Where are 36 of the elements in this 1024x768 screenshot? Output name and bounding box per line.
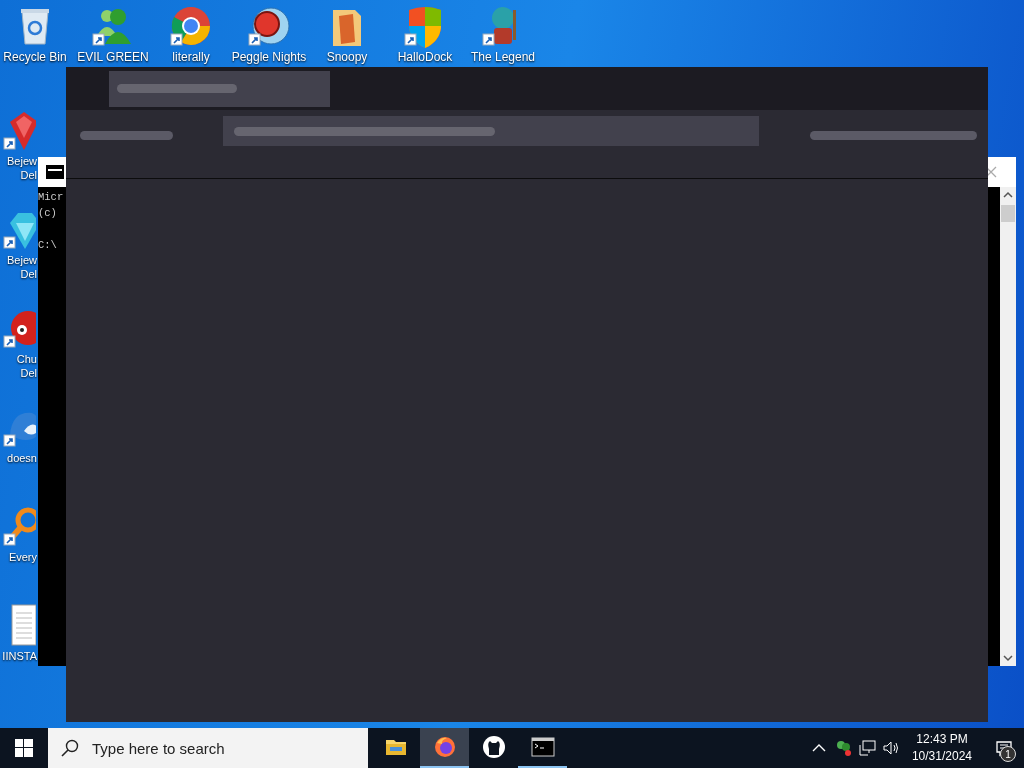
- clock-time[interactable]: 12:43 PM: [916, 731, 968, 748]
- search-placeholder: Type here to search: [92, 739, 225, 757]
- console-icon: [46, 165, 64, 179]
- icon-label: HalloDock: [397, 50, 453, 64]
- icon-label: doesn: [7, 451, 38, 465]
- notification-button[interactable]: 1: [984, 728, 1024, 768]
- search-icon: [60, 738, 80, 758]
- notification-count: 1: [1000, 746, 1016, 762]
- fox-globe-icon: [432, 735, 457, 759]
- icon-label: Bejew Del: [7, 154, 38, 182]
- console-line: Micr: [38, 190, 65, 205]
- console-prompt: C:\: [38, 238, 58, 253]
- icon-label: Bejew Del: [7, 253, 38, 281]
- scrollbar[interactable]: [1000, 187, 1016, 666]
- clock-date[interactable]: 10/31/2024: [911, 748, 972, 765]
- windows-icon: [15, 739, 33, 757]
- icon-label: literally: [172, 50, 210, 64]
- icon-label: Snoopy: [326, 50, 368, 64]
- search-field[interactable]: Type here to search: [48, 728, 368, 768]
- icon-label: IINSTA: [2, 649, 38, 663]
- message-icon: [995, 739, 1013, 757]
- loading-tab[interactable]: [109, 70, 330, 107]
- cat-logo-icon: [481, 735, 506, 759]
- ball-icon[interactable]: [247, 4, 291, 48]
- browser-icon[interactable]: [169, 4, 213, 48]
- icon-label: Peggle Nights: [231, 50, 307, 64]
- icon-label: EVIL GREEN: [77, 50, 149, 64]
- icon-label: Chu Del: [16, 352, 38, 380]
- volume-icon[interactable]: [881, 739, 900, 757]
- network-icon[interactable]: [857, 739, 876, 757]
- icon-label: Every: [8, 550, 38, 564]
- terminal-icon: [530, 735, 555, 759]
- scroll-thumb[interactable]: [1001, 205, 1015, 222]
- console-line: (c): [38, 206, 58, 221]
- icon-label: Recycle Bin: [3, 50, 67, 64]
- icon-label: The Legend: [470, 50, 536, 64]
